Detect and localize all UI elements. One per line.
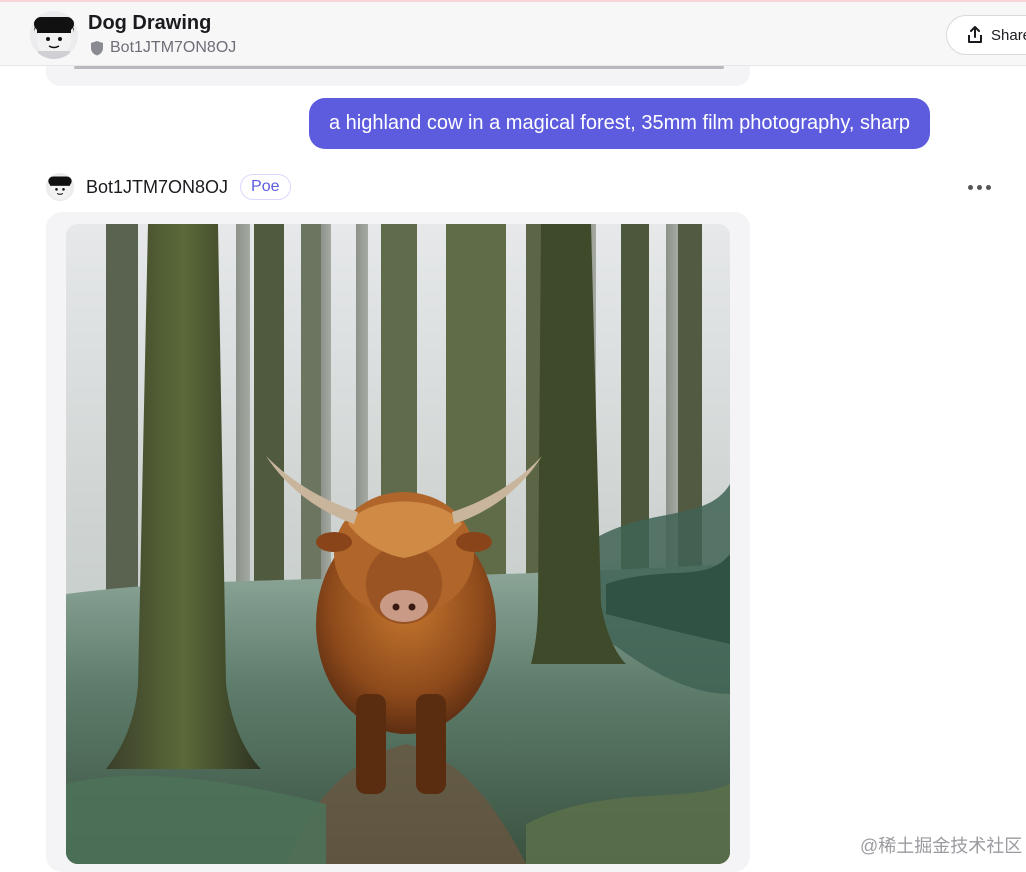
bot-avatar-small[interactable] — [46, 173, 74, 201]
generated-image[interactable] — [66, 224, 730, 864]
share-label: Share — [991, 26, 1026, 44]
poe-badge: Poe — [240, 174, 291, 200]
chat-title: Dog Drawing — [88, 12, 212, 34]
shield-icon — [91, 41, 103, 56]
bot-avatar-face-icon — [46, 173, 74, 201]
bot-handle-row: Bot1JTM7ON8OJ — [90, 39, 236, 57]
more-horizontal-icon — [967, 184, 973, 190]
previous-message-card — [46, 66, 750, 86]
bot-handle: Bot1JTM7ON8OJ — [110, 39, 237, 56]
share-icon — [968, 26, 982, 43]
bot-name[interactable]: Bot1JTM7ON8OJ — [86, 177, 228, 198]
chat-header: Dog Drawing Bot1JTM7ON8OJ Share — [0, 2, 1026, 66]
previous-message-edge — [74, 66, 724, 69]
bot-avatar[interactable] — [30, 11, 78, 59]
bot-avatar-face-icon — [30, 11, 78, 59]
more-options-button[interactable] — [962, 176, 996, 198]
user-message: a highland cow in a magical forest, 35mm… — [309, 98, 931, 149]
highland-cow-forest-image — [66, 224, 730, 864]
bot-reply-header: Bot1JTM7ON8OJ Poe — [46, 172, 291, 202]
watermark: @稀土掘金技术社区 — [860, 836, 1023, 856]
share-button[interactable]: Share — [946, 15, 1026, 55]
